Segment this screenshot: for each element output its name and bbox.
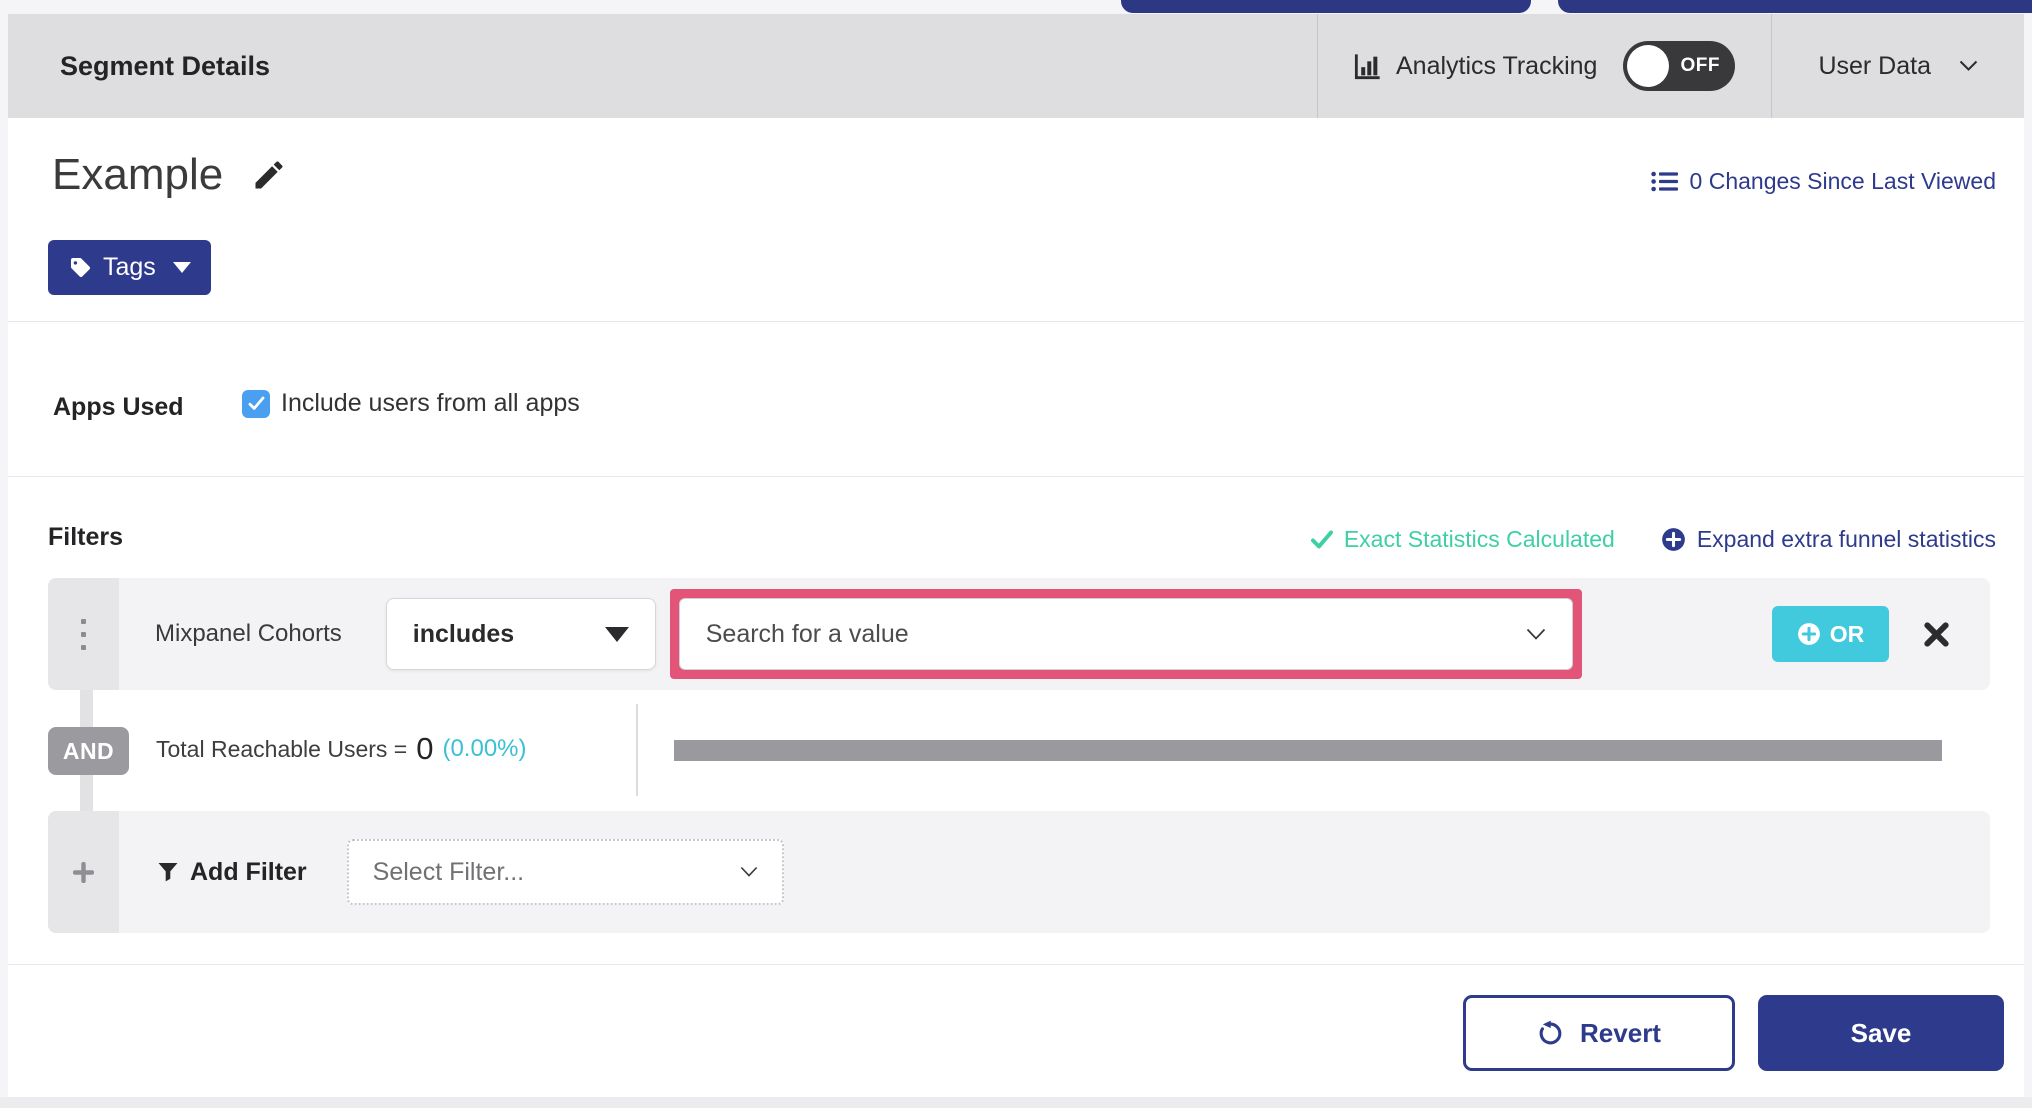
include-all-apps-label: Include users from all apps <box>281 389 580 417</box>
divider <box>8 964 2024 965</box>
user-data-dropdown[interactable]: User Data <box>1771 14 2024 118</box>
top-cutoff-button-right[interactable] <box>1558 0 2032 13</box>
top-cutoff-button-left[interactable] <box>1121 0 1531 13</box>
toggle-knob <box>1627 45 1670 87</box>
reachable-percent: (0.00%) <box>442 735 527 762</box>
check-icon <box>1310 530 1333 549</box>
divider <box>8 321 2024 322</box>
chevron-down-icon <box>1526 628 1546 641</box>
tags-button-label: Tags <box>103 253 156 281</box>
save-button-label: Save <box>1850 1017 1912 1048</box>
add-filter-row: Add Filter Select Filter... <box>48 811 1990 933</box>
tags-button[interactable]: Tags <box>48 240 211 295</box>
analytics-tracking-label: Analytics Tracking <box>1395 51 1598 80</box>
changes-link-label: 0 Changes Since Last Viewed <box>1689 168 1996 194</box>
plus-circle-icon <box>1797 622 1821 646</box>
user-data-label: User Data <box>1818 51 1931 80</box>
apps-used-label: Apps Used <box>53 393 184 421</box>
bar-chart-icon <box>1354 52 1382 80</box>
filter-stats-row: Exact Statistics Calculated Expand extra… <box>1310 526 1996 553</box>
drag-handle[interactable] <box>48 578 119 690</box>
add-filter-label: Add Filter <box>190 857 307 886</box>
page-bottom-edge <box>0 1097 2032 1108</box>
operator-select[interactable]: includes <box>385 598 656 670</box>
triangle-down-icon <box>604 626 629 642</box>
segment-title-row: Example <box>52 150 287 200</box>
chevron-down-icon <box>1959 60 1978 72</box>
revert-button[interactable]: Revert <box>1463 995 1735 1071</box>
exact-statistics-status: Exact Statistics Calculated <box>1310 526 1615 553</box>
highlight-outline: Search for a value <box>669 589 1582 679</box>
revert-undo-icon <box>1537 1020 1564 1047</box>
chevron-down-icon <box>740 866 758 878</box>
reachable-count: 0 <box>416 731 434 766</box>
filters-heading: Filters <box>48 523 124 551</box>
toggle-state-label: OFF <box>1680 55 1720 76</box>
edit-pencil-icon[interactable] <box>251 157 287 193</box>
segment-name: Example <box>52 150 224 199</box>
include-all-apps-checkbox[interactable] <box>242 389 270 418</box>
segment-details-card: Example 0 Changes Since Last Viewed Tags… <box>8 118 2024 1097</box>
save-button[interactable]: Save <box>1758 995 2004 1071</box>
reachable-label: Total Reachable Users = <box>156 735 408 762</box>
analytics-tracking-section: Analytics Tracking OFF <box>1316 14 1771 118</box>
add-filter-label-group: Add Filter <box>157 858 307 887</box>
drag-dots-icon <box>81 618 86 650</box>
revert-button-label: Revert <box>1580 1017 1661 1048</box>
select-filter-placeholder: Select Filter... <box>372 857 525 886</box>
expand-funnel-link[interactable]: Expand extra funnel statistics <box>1661 526 1996 553</box>
caret-down-icon <box>172 262 191 273</box>
add-or-button[interactable]: OR <box>1772 606 1889 662</box>
vertical-divider <box>636 704 638 796</box>
changes-since-last-viewed-link[interactable]: 0 Changes Since Last Viewed <box>1650 168 1996 195</box>
operator-value: includes <box>412 619 515 648</box>
funnel-icon <box>157 861 179 883</box>
header-bar: Segment Details Analytics Tracking OFF U… <box>8 14 2024 118</box>
plus-circle-icon <box>1661 527 1686 552</box>
remove-filter-icon[interactable] <box>1923 621 1950 648</box>
filter-name: Mixpanel Cohorts <box>155 620 342 647</box>
value-search-placeholder: Search for a value <box>705 619 909 648</box>
filter-row: Mixpanel Cohorts includes Search for a v… <box>48 578 1990 690</box>
expand-funnel-label: Expand extra funnel statistics <box>1696 526 1996 552</box>
page-title: Segment Details <box>60 50 271 81</box>
reachable-progress-bar <box>674 740 1942 761</box>
or-button-label: OR <box>1829 620 1865 647</box>
divider <box>8 476 2024 477</box>
select-filter-dropdown[interactable]: Select Filter... <box>346 839 784 905</box>
plus-icon <box>73 861 94 883</box>
and-badge: AND <box>48 727 129 775</box>
tag-icon <box>68 256 92 280</box>
changes-list-icon <box>1650 171 1678 192</box>
include-all-apps-row: Include users from all apps <box>242 389 580 418</box>
add-filter-plus-column[interactable] <box>48 811 119 933</box>
value-search-select[interactable]: Search for a value <box>678 598 1573 670</box>
analytics-tracking-toggle[interactable]: OFF <box>1623 41 1736 91</box>
total-reachable-users: Total Reachable Users = 0 (0.00%) <box>156 720 527 778</box>
exact-statistics-label: Exact Statistics Calculated <box>1343 526 1615 552</box>
